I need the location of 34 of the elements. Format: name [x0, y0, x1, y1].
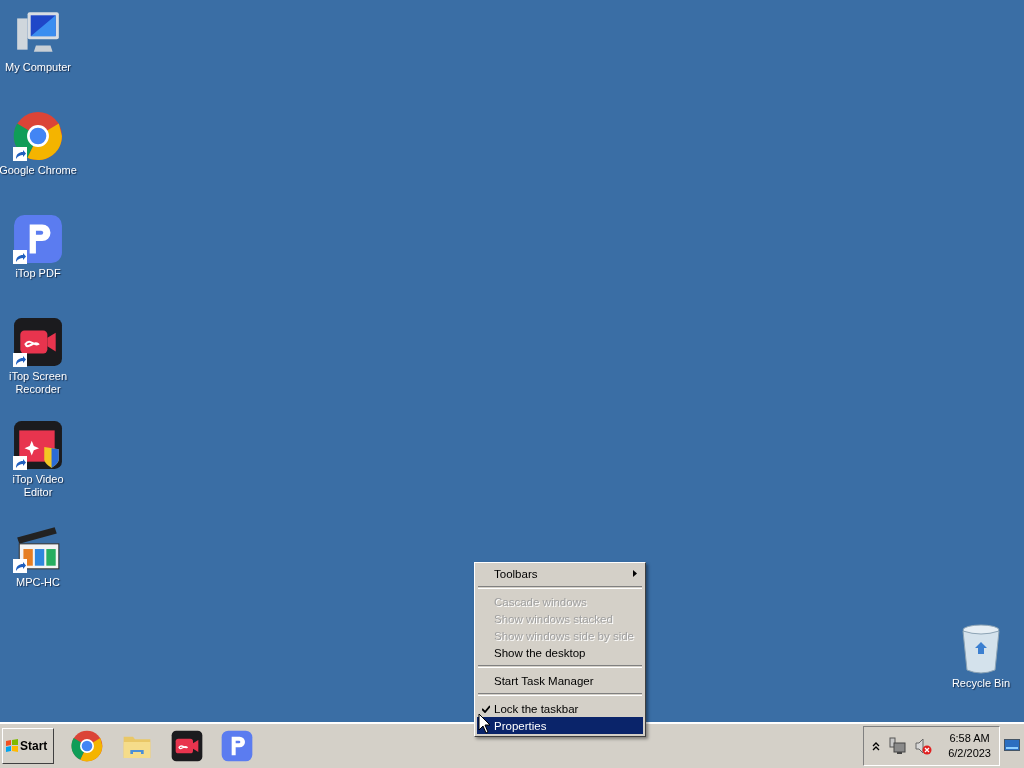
- menu-item[interactable]: Start Task Manager: [477, 672, 643, 689]
- desktop-icon-label[interactable]: iTop Video Editor: [0, 473, 78, 499]
- video-camera-app-icon: [13, 317, 63, 367]
- menu-item[interactable]: Toolbars: [477, 565, 643, 582]
- menu-item[interactable]: Show the desktop: [477, 644, 643, 661]
- clapperboard-app-icon: [13, 420, 63, 470]
- mouse-pointer-icon: [478, 713, 491, 734]
- chrome-icon: [71, 730, 103, 762]
- menu-item[interactable]: Properties: [477, 717, 643, 734]
- taskbar-app-button[interactable]: [170, 729, 204, 763]
- desktop-icon-label[interactable]: My Computer: [5, 61, 71, 74]
- start-button[interactable]: Start: [2, 728, 54, 764]
- shortcut-arrow-icon: [13, 353, 27, 367]
- desktop-icon-label[interactable]: iTop PDF: [15, 267, 61, 280]
- shortcut-arrow-icon: [13, 147, 27, 161]
- clock-date: 6/2/2023: [948, 746, 991, 761]
- desktop-icon-label[interactable]: iTop Screen Recorder: [0, 370, 78, 396]
- shortcut-arrow-icon: [13, 559, 27, 573]
- chrome-icon: [13, 111, 63, 161]
- desktop-icon-label[interactable]: MPC-HC: [16, 576, 60, 589]
- volume-muted-icon[interactable]: [914, 737, 933, 755]
- clock-time: 6:58 AM: [949, 731, 990, 746]
- windows-flag-icon: [5, 739, 19, 753]
- desktop-icon-label[interactable]: Google Chrome: [0, 164, 77, 177]
- chevron-up-icon[interactable]: [872, 741, 881, 751]
- menu-item[interactable]: Lock the taskbar: [477, 700, 643, 717]
- letter-p-app-icon: [221, 730, 253, 762]
- letter-p-app-icon: [13, 214, 63, 264]
- video-camera-app-icon: [171, 730, 203, 762]
- desktop-icon-label[interactable]: Recycle Bin: [951, 677, 1010, 690]
- shortcut-arrow-icon: [13, 250, 27, 264]
- shortcut-arrow-icon: [13, 456, 27, 470]
- show-desktop-icon[interactable]: [1004, 739, 1020, 753]
- network-icon[interactable]: [888, 737, 907, 755]
